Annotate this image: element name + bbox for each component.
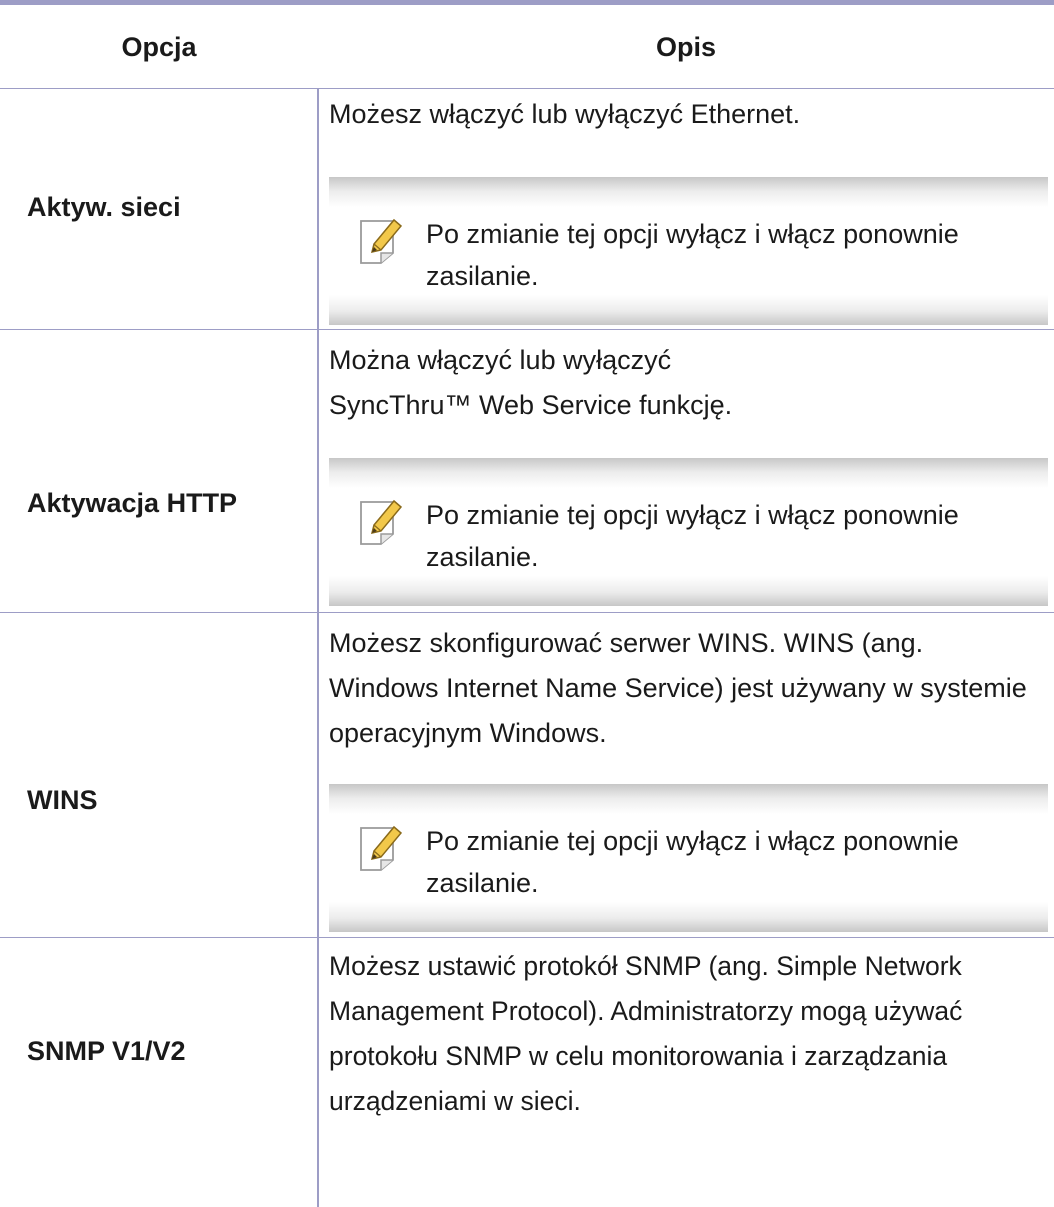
- note-box: Po zmianie tej opcji wyłącz i włącz pono…: [329, 177, 1048, 325]
- header-option: Opcja: [121, 31, 197, 62]
- note-box: Po zmianie tej opcji wyłącz i włącz pono…: [329, 784, 1048, 932]
- option-name: WINS: [27, 785, 98, 815]
- pencil-note-icon: [360, 825, 403, 871]
- table-row: SNMP V1/V2 Możesz ustawić protokół SNMP …: [0, 938, 1054, 1207]
- header-description: Opis: [655, 31, 716, 62]
- option-name: Aktyw. sieci: [27, 192, 181, 222]
- note-box: Po zmianie tej opcji wyłącz i włącz pono…: [329, 458, 1048, 606]
- pencil-note-icon: [360, 218, 403, 264]
- option-description: Możesz ustawić protokół SNMP (ang. Simpl…: [329, 951, 963, 1116]
- option-name: SNMP V1/V2: [27, 1036, 186, 1066]
- option-description: Możesz włączyć lub wyłączyć Ethernet.: [329, 99, 801, 129]
- table-header: Opcja Opis: [0, 5, 1054, 89]
- table-row: Aktywacja HTTP Można włączyć lub wyłączy…: [0, 330, 1054, 613]
- pencil-note-icon: [360, 499, 403, 545]
- note-text: Po zmianie tej opcji wyłącz i włącz pono…: [426, 500, 959, 572]
- option-description: Można włączyć lub wyłączyć SyncThru™ Web…: [329, 345, 733, 420]
- note-text: Po zmianie tej opcji wyłącz i włącz pono…: [426, 219, 959, 291]
- table-row: WINS Możesz skonfigurować serwer WINS. W…: [0, 613, 1054, 938]
- table-row: Aktyw. sieci Możesz włączyć lub wyłączyć…: [0, 89, 1054, 330]
- option-name: Aktywacja HTTP: [27, 488, 238, 518]
- option-description: Możesz skonfigurować serwer WINS. WINS (…: [329, 628, 1027, 748]
- note-text: Po zmianie tej opcji wyłącz i włącz pono…: [426, 826, 959, 898]
